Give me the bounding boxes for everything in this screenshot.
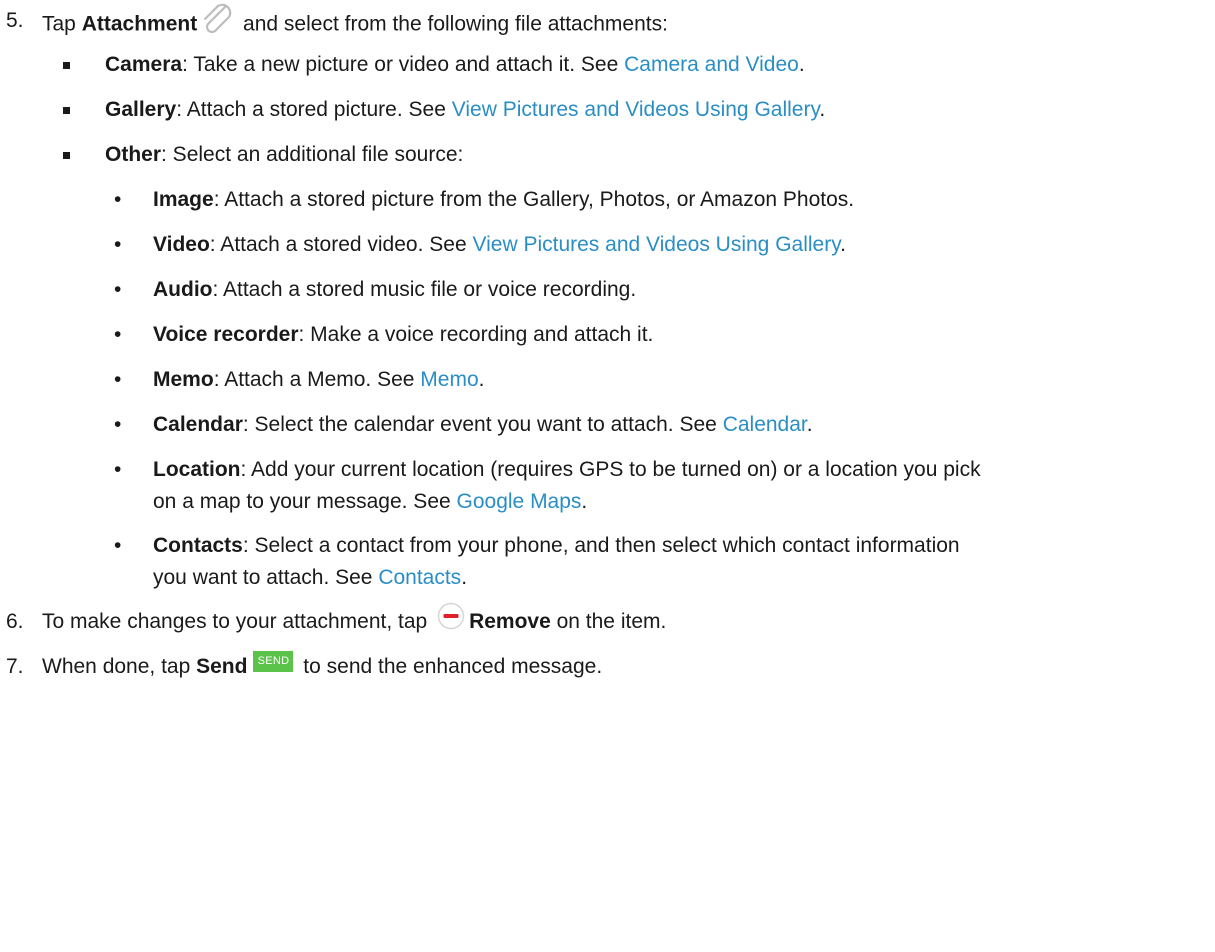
item-text: Calendar: Select the calendar event you …: [153, 411, 813, 439]
item-text: Location: Add your current location (req…: [153, 456, 981, 484]
item-desc-2: on a map to your message. See: [153, 490, 457, 513]
dot-bullet: •: [114, 368, 122, 391]
dot-bullet: •: [114, 233, 122, 256]
dot-bullet: •: [114, 534, 122, 557]
sub-item-location: • Location: Add your current location (r…: [0, 456, 1215, 516]
square-bullet: [63, 62, 70, 69]
item-label: Contacts: [153, 534, 243, 557]
item-text: Voice recorder: Make a voice recording a…: [153, 321, 653, 349]
square-bullet: [63, 152, 70, 159]
step-text-pre: To make changes to your attachment, tap: [42, 610, 434, 633]
step-text-post: on the item.: [550, 610, 667, 633]
item-text: Image: Attach a stored picture from the …: [153, 186, 854, 214]
step-text-post: and select from the following file attac…: [237, 12, 668, 36]
item-text: Audio: Attach a stored music file or voi…: [153, 276, 636, 304]
item-label: Memo: [153, 368, 214, 391]
camera-and-video-link[interactable]: Camera and Video: [624, 53, 799, 76]
item-end: .: [478, 368, 485, 391]
item-desc: : Add your current location (requires GP…: [240, 458, 981, 481]
item-label: Gallery: [105, 98, 177, 121]
item-desc: : Select an additional file source:: [161, 143, 464, 166]
item-desc-2: you want to attach. See: [153, 566, 379, 589]
view-pictures-link[interactable]: View Pictures and Videos Using Gallery: [472, 233, 840, 256]
item-end: .: [819, 98, 826, 121]
send-button-icon: SEND: [253, 650, 294, 672]
dot-bullet: •: [114, 458, 122, 481]
dot-bullet: •: [114, 188, 122, 211]
item-desc: : Select the calendar event you want to …: [242, 413, 723, 436]
item-text: Camera: Take a new picture or video and …: [105, 51, 805, 79]
item-label: Audio: [153, 278, 213, 301]
item-label: Image: [153, 188, 214, 211]
item-label: Location: [153, 458, 241, 481]
item-end: .: [840, 233, 846, 256]
step-number: 5.: [6, 9, 24, 32]
item-label: Video: [153, 233, 210, 256]
send-label: Send: [196, 655, 248, 678]
item-label: Other: [105, 143, 162, 166]
memo-link[interactable]: Memo: [420, 368, 478, 391]
step-text-pre: Tap: [42, 12, 82, 36]
item-end: .: [798, 53, 805, 76]
step-text: To make changes to your attachment, tap …: [42, 603, 667, 636]
item-desc: : Take a new picture or video and attach…: [182, 53, 625, 76]
item-desc: : Attach a Memo. See: [213, 368, 421, 391]
step-text-post: to send the enhanced message.: [297, 655, 603, 678]
dot-bullet: •: [114, 323, 122, 346]
item-text-continued: you want to attach. See Contacts.: [153, 564, 467, 592]
item-label: Calendar: [153, 413, 243, 436]
item-text: Gallery: Attach a stored picture. See Vi…: [105, 96, 825, 124]
attachment-label: Attachment: [81, 12, 198, 36]
dot-bullet: •: [114, 413, 122, 436]
dot-bullet: •: [114, 278, 122, 301]
item-desc: : Attach a stored picture from the Galle…: [213, 188, 855, 211]
step-text-pre: When done, tap: [42, 655, 197, 678]
google-maps-link[interactable]: Google Maps: [457, 490, 582, 513]
step-number: 7.: [6, 655, 24, 678]
item-text: Video: Attach a stored video. See View P…: [153, 231, 846, 259]
item-text: Contacts: Select a contact from your pho…: [153, 532, 960, 560]
remove-minus-icon: [437, 602, 465, 630]
square-bullet: [63, 107, 70, 114]
item-label: Voice recorder: [153, 323, 299, 346]
step-number: 6.: [6, 610, 24, 633]
sub-item-contacts: • Contacts: Select a contact from your p…: [0, 532, 1215, 592]
contacts-link[interactable]: Contacts: [378, 566, 461, 589]
item-label: Camera: [105, 53, 183, 76]
step-text: Tap Attachment and select from the follo…: [42, 3, 668, 43]
item-text: Memo: Attach a Memo. See Memo.: [153, 366, 485, 394]
paperclip-icon: [199, 1, 235, 37]
item-end: .: [461, 566, 468, 589]
remove-label: Remove: [469, 610, 551, 633]
view-pictures-link[interactable]: View Pictures and Videos Using Gallery: [452, 98, 820, 121]
item-desc: : Attach a stored video. See: [209, 233, 473, 256]
item-end: .: [581, 490, 588, 513]
step-text: When done, tap Send SEND to send the enha…: [42, 650, 603, 681]
item-text: Other: Select an additional file source:: [105, 141, 463, 169]
item-text-continued: on a map to your message. See Google Map…: [153, 488, 587, 516]
item-desc: : Attach a stored music file or voice re…: [212, 278, 637, 301]
calendar-link[interactable]: Calendar: [723, 413, 807, 436]
item-end: .: [806, 413, 813, 436]
item-desc: : Select a contact from your phone, and …: [242, 534, 960, 557]
item-desc: : Make a voice recording and attach it.: [298, 323, 654, 346]
item-desc: : Attach a stored picture. See: [176, 98, 452, 121]
